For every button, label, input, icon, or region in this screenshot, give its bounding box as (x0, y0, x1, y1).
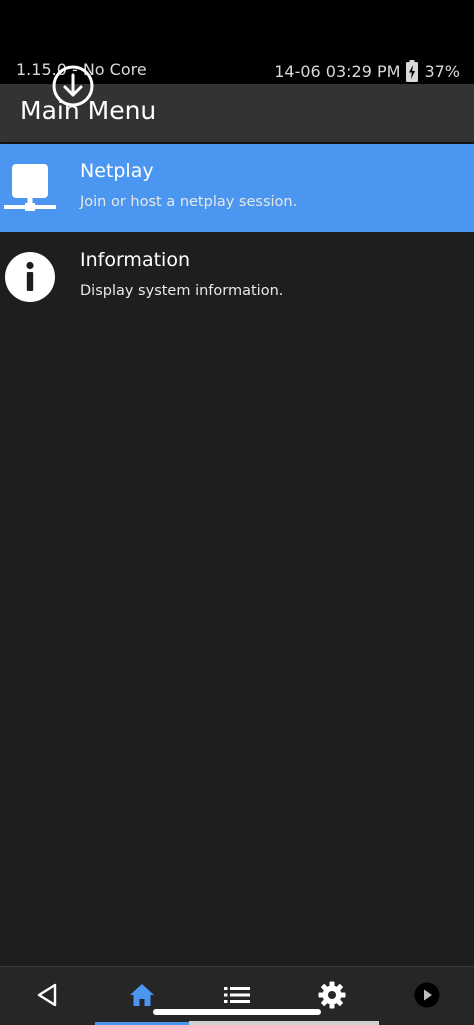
nav-playlists-button[interactable] (190, 967, 284, 1025)
menu-item-subtitle: Join or host a netplay session. (80, 194, 298, 210)
menu-item-title: Information (80, 249, 190, 271)
nav-home-button[interactable] (95, 967, 189, 1025)
download-icon[interactable] (51, 64, 95, 108)
nav-back-button[interactable] (0, 967, 94, 1025)
menu-item-subtitle: Display system information. (80, 283, 284, 299)
network-icon (4, 162, 56, 214)
top-black-area (0, 0, 474, 54)
play-icon (414, 982, 440, 1012)
bottom-navigation (0, 966, 474, 1025)
nav-settings-button[interactable] (285, 967, 379, 1025)
battery-charging-icon (406, 60, 419, 82)
datetime-text: 14-06 03:29 PM (274, 61, 401, 81)
gesture-track (189, 1021, 379, 1025)
list-icon (224, 985, 250, 1009)
info-icon (4, 251, 56, 303)
menu-item-title: Netplay (80, 160, 154, 182)
back-icon (35, 982, 59, 1012)
status-right-group: 14-06 03:29 PM 37% (274, 60, 460, 82)
app-screen: 1.15.0 - No Core 14-06 03:29 PM 37% Main… (0, 0, 474, 1025)
menu-item-information[interactable]: Information Display system information. (0, 233, 474, 321)
menu-item-netplay[interactable]: Netplay Join or host a netplay session. (0, 144, 474, 232)
nav-resume-button[interactable] (380, 967, 474, 1025)
settings-icon (318, 981, 346, 1013)
gesture-handle[interactable] (153, 1009, 321, 1015)
main-menu-list: Netplay Join or host a netplay session. … (0, 144, 474, 321)
home-icon (129, 983, 155, 1011)
battery-percent: 37% (424, 61, 460, 81)
